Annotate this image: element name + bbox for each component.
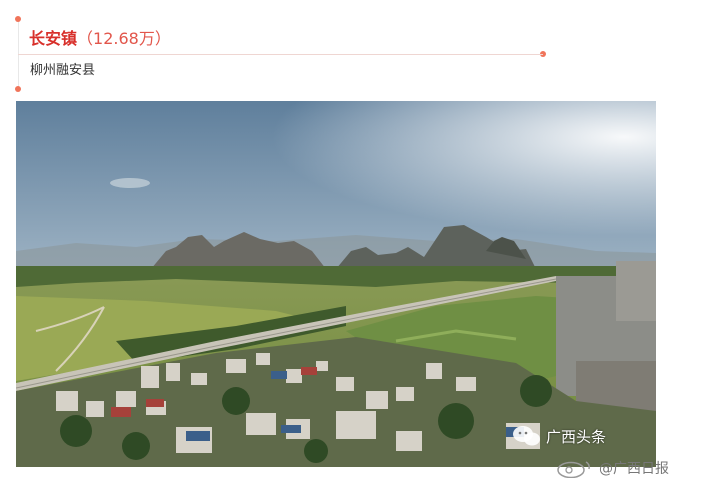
timeline-line xyxy=(18,20,19,90)
wechat-icon xyxy=(513,426,540,446)
timeline-dot-top xyxy=(15,16,21,22)
aerial-photo xyxy=(16,101,656,467)
weibo-watermark: @广西日报 xyxy=(555,458,669,478)
weibo-watermark-text: @广西日报 xyxy=(599,461,669,477)
title-underline xyxy=(18,54,543,55)
town-header: 长安镇（12.68万） 柳州融安县 xyxy=(0,0,703,100)
town-population: （12.68万） xyxy=(77,29,171,48)
weibo-icon xyxy=(557,461,590,478)
timeline-dot-bottom xyxy=(15,86,21,92)
town-name: 长安镇 xyxy=(29,29,78,48)
town-title: 长安镇（12.68万） xyxy=(29,29,171,49)
wechat-watermark: 广西头条 xyxy=(512,424,606,448)
town-location: 柳州融安县 xyxy=(30,63,96,78)
wechat-watermark-text: 广西头条 xyxy=(546,427,607,446)
